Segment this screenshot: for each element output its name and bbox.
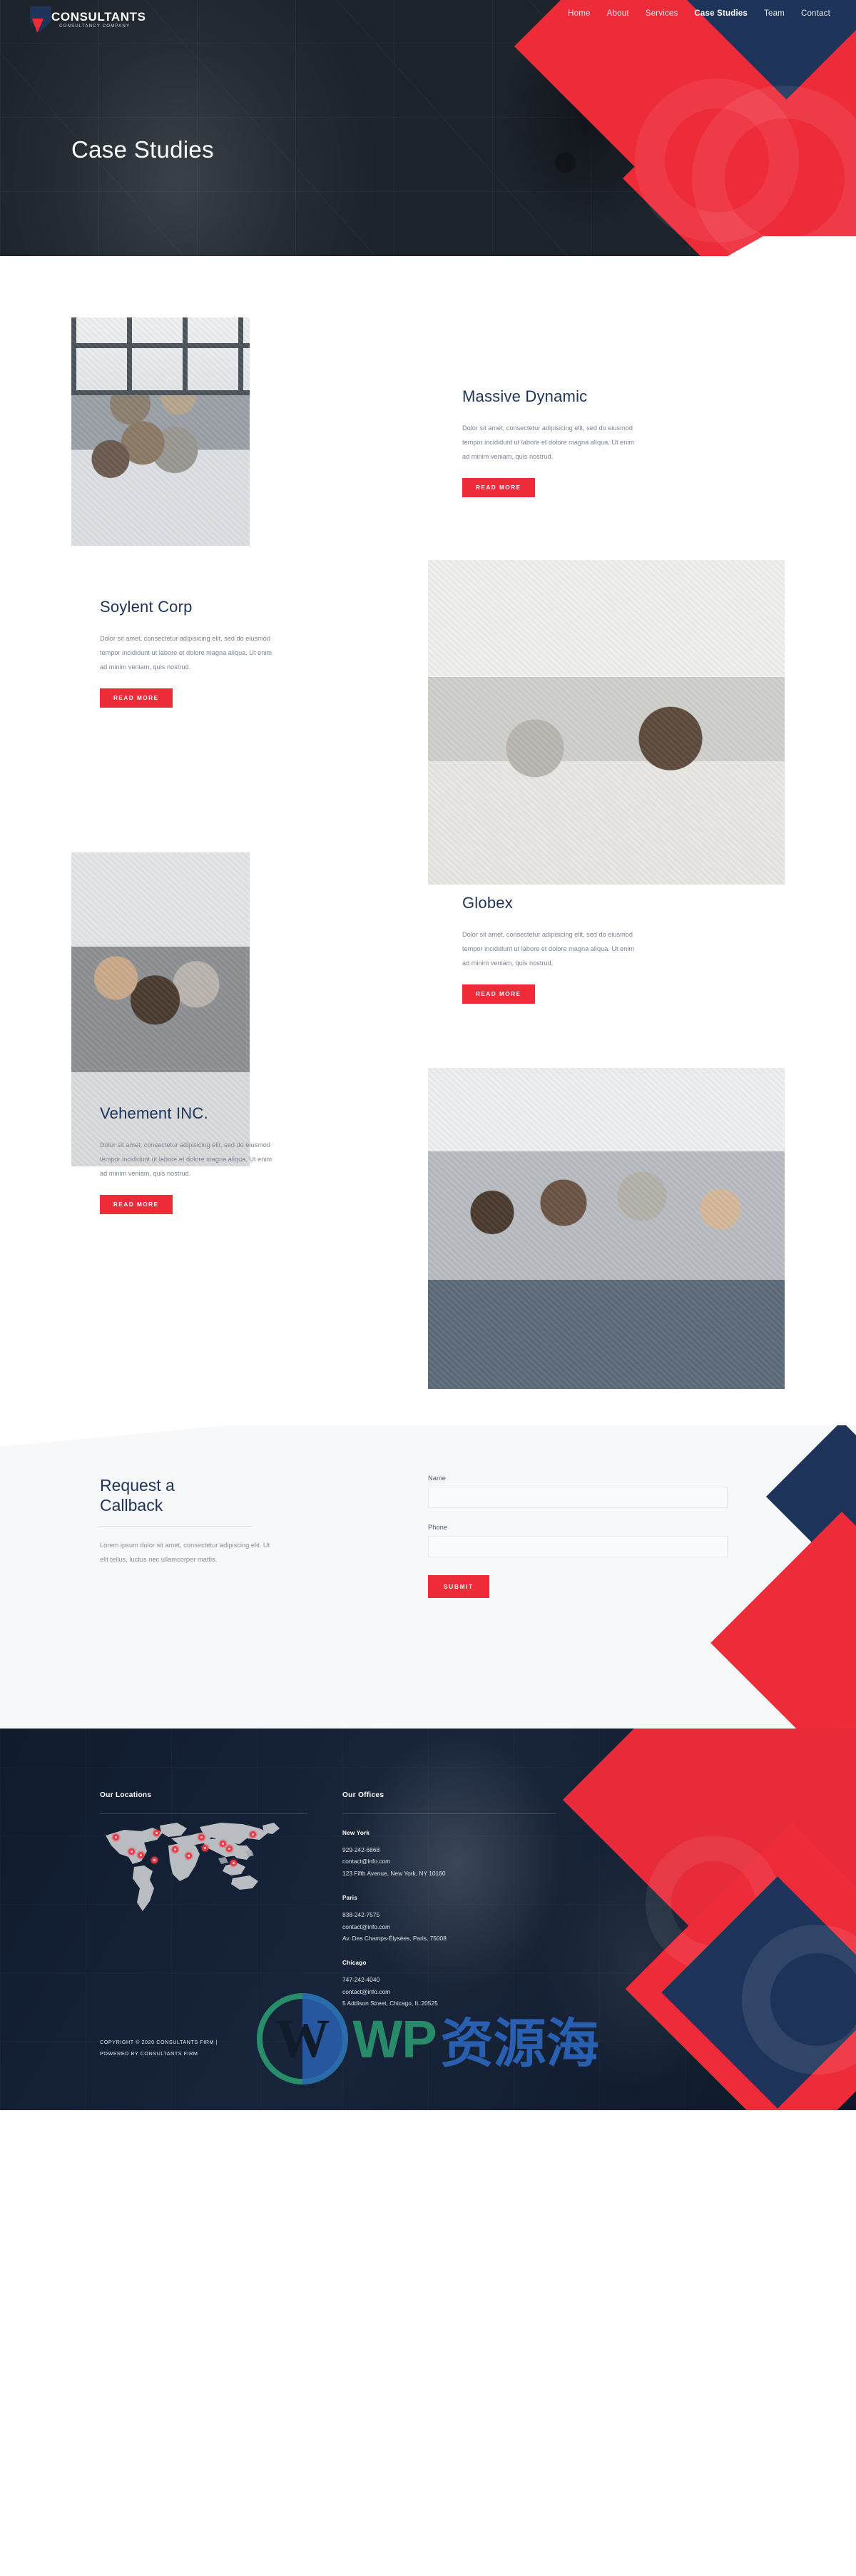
map-pin (226, 1846, 233, 1852)
submit-button[interactable]: SUBMIT (428, 1575, 489, 1598)
world-map (100, 1814, 307, 1921)
copyright-line-2: POWERED BY CONSULTANTS FIRM (100, 2050, 198, 2057)
nav-item-about[interactable]: About (607, 9, 629, 18)
map-pin (202, 1845, 208, 1851)
office-city: New York (342, 1830, 370, 1836)
office-city: Chicago (342, 1960, 367, 1967)
callback-heading-line2: Callback (100, 1496, 163, 1515)
case-study-row-3: Globex Dolor sit amet, consectetur adipi… (0, 740, 856, 1166)
office-address: 123 Fifth Avenue, New York, NY 10160 (342, 1869, 446, 1877)
site-logo[interactable]: CONSULTANTS CONSULTANCY COMPANY (30, 6, 146, 33)
top-navigation-bar: CONSULTANTS CONSULTANCY COMPANY Home Abo… (0, 0, 856, 34)
case-study-image-massive-dynamic (71, 317, 250, 546)
case-study-body: Dolor sit amet, consectetur adipisicing … (462, 424, 635, 460)
case-study-text-globex: Globex Dolor sit amet, consectetur adipi… (462, 894, 676, 1004)
map-pin (151, 1857, 158, 1863)
map-pin (138, 1852, 144, 1858)
footer-offices-heading: Our Offices (342, 1791, 384, 1799)
office-email[interactable]: contact@info.com (342, 1921, 578, 1933)
hero-decorative-circle-2 (635, 78, 799, 243)
callback-top-notch (0, 1425, 856, 1447)
map-pin (153, 1830, 160, 1836)
footer-locations-column: Our Locations (100, 1791, 307, 1911)
case-study-row-1: Massive Dynamic Dolor sit amet, consecte… (0, 266, 856, 587)
main-nav: Home About Services Case Studies Team Co… (568, 9, 830, 18)
name-field-label: Name (428, 1474, 447, 1482)
case-study-text-massive-dynamic: Massive Dynamic Dolor sit amet, consecte… (462, 387, 676, 498)
nav-item-team[interactable]: Team (764, 9, 785, 18)
callback-heading: Request a Callback (100, 1475, 314, 1515)
office-address: 5 Addison Street, Chicago, IL 20525 (342, 2000, 438, 2007)
office-email[interactable]: contact@info.com (342, 1855, 578, 1867)
page-root: CONSULTANTS CONSULTANCY COMPANY Home Abo… (0, 0, 856, 2576)
hero-header: CONSULTANTS CONSULTANCY COMPANY Home Abo… (0, 0, 856, 266)
read-more-button-soylent-corp[interactable]: READ MORE (100, 688, 173, 708)
footer-offices-column: Our Offices New York 929-242-6868 contac… (342, 1791, 578, 2010)
map-pin (220, 1841, 226, 1847)
read-more-button-vehement-inc[interactable]: READ MORE (100, 1195, 173, 1215)
office-phone[interactable]: 929-242-6868 (342, 1844, 578, 1855)
map-pin (230, 1860, 237, 1866)
footer-offices-divider (342, 1813, 556, 1814)
office-address: Av. Des Champs-Élysées, Paris, 75008 (342, 1934, 447, 1942)
read-more-button-globex[interactable]: READ MORE (462, 984, 535, 1004)
callback-intro: Request a Callback Lorem ipsum dolor sit… (100, 1475, 314, 1567)
office-city: Paris (342, 1895, 358, 1902)
case-study-title: Massive Dynamic (462, 387, 588, 405)
case-study-title: Globex (462, 894, 513, 912)
name-input[interactable] (428, 1487, 728, 1508)
office-phone[interactable]: 838-242-7575 (342, 1909, 578, 1920)
nav-item-contact[interactable]: Contact (801, 9, 830, 18)
callback-heading-line1: Request a (100, 1476, 175, 1495)
logo-tagline: CONSULTANCY COMPANY (59, 24, 131, 29)
phone-field-label: Phone (428, 1523, 448, 1531)
footer-copyright: COPYRIGHT © 2020 CONSULTANTS FIRM | POWE… (100, 2037, 218, 2059)
phone-input[interactable] (428, 1536, 728, 1557)
read-more-button-massive-dynamic[interactable]: READ MORE (462, 478, 535, 498)
site-footer: Our Locations Our Offices New York 929-2… (0, 1729, 856, 2110)
world-map-icon (106, 1823, 280, 1911)
office-phone[interactable]: 747-242-4040 (342, 1974, 578, 1985)
office-paris: Paris 838-242-7575 contact@info.com Av. … (342, 1895, 578, 1944)
nav-item-home[interactable]: Home (568, 9, 590, 18)
map-pin (250, 1831, 256, 1838)
callback-red-diamond (710, 1512, 856, 1729)
office-chicago: Chicago 747-242-4040 contact@info.com 5 … (342, 1960, 578, 2009)
case-study-body: Dolor sit amet, consectetur adipisicing … (462, 931, 635, 967)
callback-heading-divider (100, 1526, 253, 1527)
footer-locations-heading: Our Locations (100, 1791, 152, 1799)
copyright-line-1: COPYRIGHT © 2020 CONSULTANTS FIRM | (100, 2039, 218, 2046)
case-study-row-2: Soylent Corp Dolor sit amet, consectetur… (0, 560, 856, 885)
case-study-body: Dolor sit amet, consectetur adipisicing … (100, 1141, 272, 1177)
map-pin (198, 1834, 205, 1841)
callback-body: Lorem ipsum dolor sit amet, consectetur … (100, 1542, 270, 1563)
page-title: Case Studies (71, 136, 214, 163)
case-study-image-vehement-inc (428, 1068, 785, 1389)
case-studies-section: Massive Dynamic Dolor sit amet, consecte… (0, 266, 856, 1425)
map-pin (113, 1834, 119, 1841)
office-email[interactable]: contact@info.com (342, 1986, 578, 1997)
case-study-row-4: Vehement INC. Dolor sit amet, consectetu… (0, 1040, 856, 1425)
nav-item-case-studies[interactable]: Case Studies (694, 9, 748, 18)
case-study-text-soylent-corp: Soylent Corp Dolor sit amet, consectetur… (100, 598, 314, 708)
map-pin (185, 1853, 192, 1859)
case-study-text-vehement-inc: Vehement INC. Dolor sit amet, consectetu… (100, 1104, 314, 1215)
office-new-york: New York 929-242-6868 contact@info.com 1… (342, 1830, 578, 1879)
logo-title: CONSULTANTS (51, 10, 146, 24)
case-study-body: Dolor sit amet, consectetur adipisicing … (100, 635, 272, 671)
request-callback-section: Request a Callback Lorem ipsum dolor sit… (0, 1425, 856, 1729)
map-pin (172, 1846, 178, 1853)
map-pin (128, 1848, 135, 1855)
case-study-title: Vehement INC. (100, 1104, 208, 1122)
callback-form: Name Phone SUBMIT (428, 1474, 728, 1598)
case-study-title: Soylent Corp (100, 598, 193, 616)
nav-item-services[interactable]: Services (646, 9, 678, 18)
